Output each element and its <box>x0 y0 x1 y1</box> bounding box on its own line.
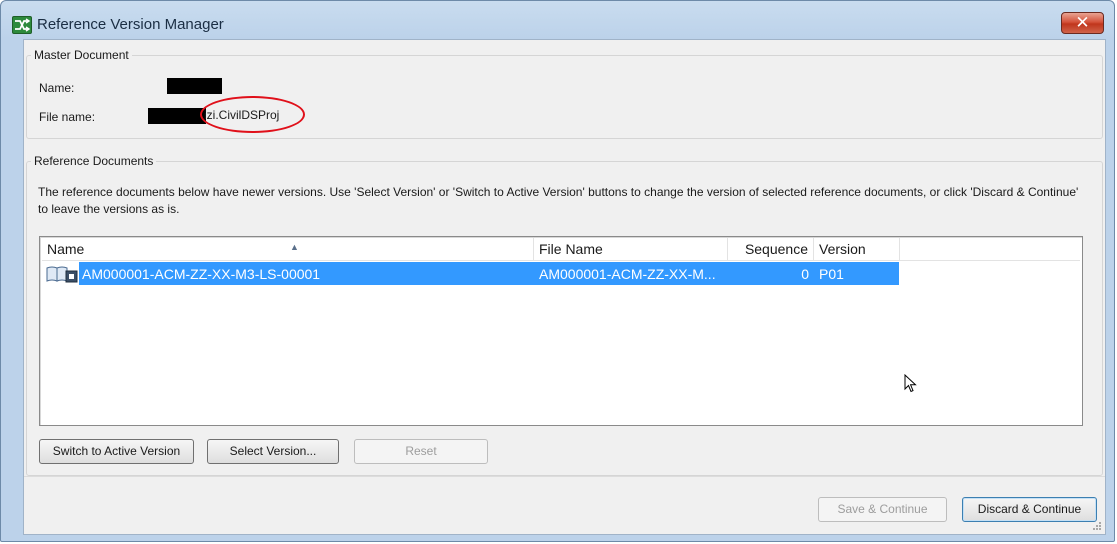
column-file-name-label: File Name <box>539 241 603 257</box>
select-version-button[interactable]: Select Version... <box>207 439 339 464</box>
app-icon <box>12 16 32 34</box>
master-document-group: Master Document <box>26 48 1103 139</box>
reference-documents-group-label: Reference Documents <box>31 154 157 168</box>
reference-documents-list[interactable]: Name ▲ File Name Sequence Version AM0000… <box>39 236 1083 426</box>
row-file-name-cell: AM000001-ACM-ZZ-XX-M... <box>539 266 716 282</box>
name-label: Name: <box>39 81 75 95</box>
red-highlight-ellipse <box>200 96 305 133</box>
sort-ascending-icon: ▲ <box>290 242 299 252</box>
column-header-sequence[interactable]: Sequence <box>728 238 814 260</box>
reference-description: The reference documents below have newer… <box>38 185 1079 216</box>
title-bar[interactable]: Reference Version Manager ✕ <box>1 1 1114 41</box>
close-button[interactable]: ✕ <box>1061 12 1104 34</box>
list-header: Name ▲ File Name Sequence Version <box>42 238 1080 261</box>
row-version-cell: P01 <box>819 266 844 282</box>
window-title: Reference Version Manager <box>37 16 224 33</box>
name-value-redacted <box>167 78 222 94</box>
column-name-label: Name <box>47 241 85 257</box>
row-sequence-cell: 0 <box>801 266 809 282</box>
save-and-continue-button[interactable]: Save & Continue <box>818 497 947 522</box>
resize-grip-icon[interactable] <box>1092 521 1102 531</box>
column-version-label: Version <box>819 241 866 257</box>
column-header-file-name[interactable]: File Name <box>534 238 728 260</box>
reference-document-icon <box>46 265 78 283</box>
column-header-version[interactable]: Version <box>814 238 900 260</box>
column-sequence-label: Sequence <box>744 241 808 257</box>
master-document-group-label: Master Document <box>31 48 132 62</box>
file-name-value-redacted <box>148 108 206 124</box>
file-name-label: File name: <box>39 110 96 124</box>
discard-and-continue-button[interactable]: Discard & Continue <box>962 497 1097 522</box>
mouse-pointer-icon <box>904 374 917 393</box>
reset-button[interactable]: Reset <box>354 439 488 464</box>
footer-separator <box>24 476 1105 477</box>
switch-to-active-version-button[interactable]: Switch to Active Version <box>39 439 194 464</box>
reference-version-manager-window: Reference Version Manager ✕ Master Docum… <box>0 0 1115 542</box>
close-icon: ✕ <box>1075 13 1090 33</box>
column-header-name[interactable]: Name ▲ <box>42 238 534 260</box>
dialog-client-area: Master Document Name: File name: izi.Civ… <box>23 39 1106 535</box>
row-name-cell: AM000001-ACM-ZZ-XX-M3-LS-00001 <box>82 266 321 282</box>
